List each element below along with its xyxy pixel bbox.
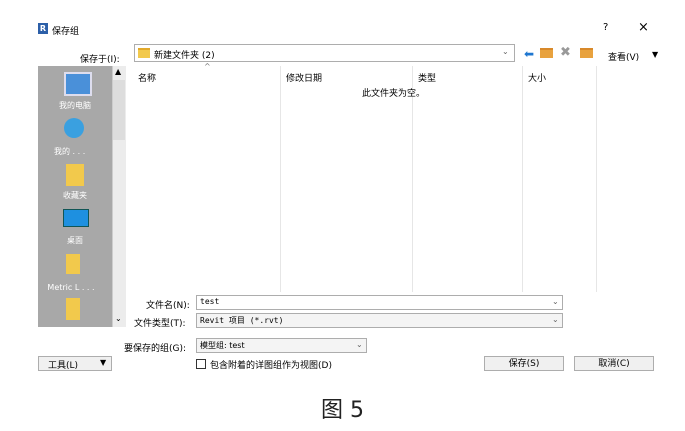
desktop-icon[interactable] [63, 209, 89, 227]
save-in-path: 新建文件夹 (2) [154, 51, 215, 61]
scroll-up-icon[interactable]: ▲ [115, 67, 121, 76]
chevron-down-icon[interactable]: ⌄ [356, 340, 363, 349]
save-button[interactable]: 保存(S) [484, 356, 564, 371]
place-desktop[interactable]: 桌面 [40, 235, 110, 246]
delete-icon[interactable]: ✖ [560, 45, 571, 60]
folder-icon[interactable] [66, 254, 80, 274]
place-favorites[interactable]: 收藏夹 [40, 190, 110, 201]
column-header-size[interactable]: 大小 [528, 71, 546, 84]
column-header-modified[interactable]: 修改日期 [286, 71, 322, 84]
chevron-down-icon[interactable]: ⌄ [502, 47, 509, 56]
chevron-down-icon[interactable]: ⌄ [552, 315, 559, 324]
column-divider[interactable] [412, 66, 413, 292]
filetype-label: 文件类型(T): [134, 319, 186, 329]
figure-caption: 图 5 [321, 398, 364, 423]
computer-icon[interactable] [64, 72, 92, 96]
back-arrow-icon[interactable]: ⬅ [524, 47, 534, 61]
chevron-down-icon[interactable]: ⌄ [552, 297, 559, 306]
place-my-documents[interactable]: 我的 . . . [34, 146, 124, 157]
include-detail-groups-checkbox[interactable] [196, 359, 206, 369]
column-divider[interactable] [522, 66, 523, 292]
scroll-down-icon[interactable]: ⌄ [115, 314, 122, 323]
place-my-computer[interactable]: 我的电脑 [40, 100, 110, 111]
revit-app-icon: R [38, 23, 48, 34]
column-divider[interactable] [596, 66, 597, 292]
favorites-icon[interactable] [66, 164, 84, 186]
close-button[interactable]: × [638, 20, 649, 35]
column-header-name[interactable]: 名称 [138, 71, 156, 84]
folder-icon[interactable] [66, 298, 80, 320]
save-in-label: 保存于(I): [80, 55, 120, 65]
cancel-button-label: 取消(C) [598, 359, 630, 369]
filetype-value[interactable]: Revit 项目 (*.rvt) [200, 315, 283, 326]
column-divider[interactable] [280, 66, 281, 292]
documents-icon[interactable] [64, 118, 84, 138]
empty-folder-message: 此文件夹为空。 [362, 89, 426, 99]
place-metric-library[interactable]: Metric L . . . [36, 283, 106, 292]
filename-input[interactable] [196, 295, 563, 310]
scrollbar-thumb[interactable] [113, 80, 125, 140]
group-value[interactable]: 模型组: test [200, 340, 245, 351]
filename-label: 文件名(N): [146, 301, 190, 311]
sort-ascending-icon: ^ [204, 62, 211, 71]
tools-dropdown-icon[interactable]: ▼ [100, 358, 106, 367]
filename-value[interactable]: test [200, 297, 219, 306]
help-button[interactable]: ? [603, 22, 608, 33]
views-menu-button[interactable]: 查看(V) [608, 50, 639, 63]
include-detail-groups-label[interactable]: 包含附着的详图组作为视图(D) [210, 358, 332, 371]
views-dropdown-icon[interactable]: ▼ [652, 50, 658, 59]
up-folder-icon[interactable] [540, 48, 553, 58]
group-to-save-label: 要保存的组(G): [124, 344, 187, 354]
file-list[interactable] [132, 66, 654, 292]
column-header-type[interactable]: 类型 [418, 71, 436, 84]
tools-button-label[interactable]: 工具(L) [48, 358, 78, 371]
window-title: 保存组 [52, 27, 80, 37]
cancel-button[interactable]: 取消(C) [574, 356, 654, 371]
new-folder-icon[interactable] [580, 48, 593, 58]
save-button-label: 保存(S) [508, 359, 540, 369]
title-bar [0, 0, 685, 40]
folder-icon [138, 48, 150, 58]
